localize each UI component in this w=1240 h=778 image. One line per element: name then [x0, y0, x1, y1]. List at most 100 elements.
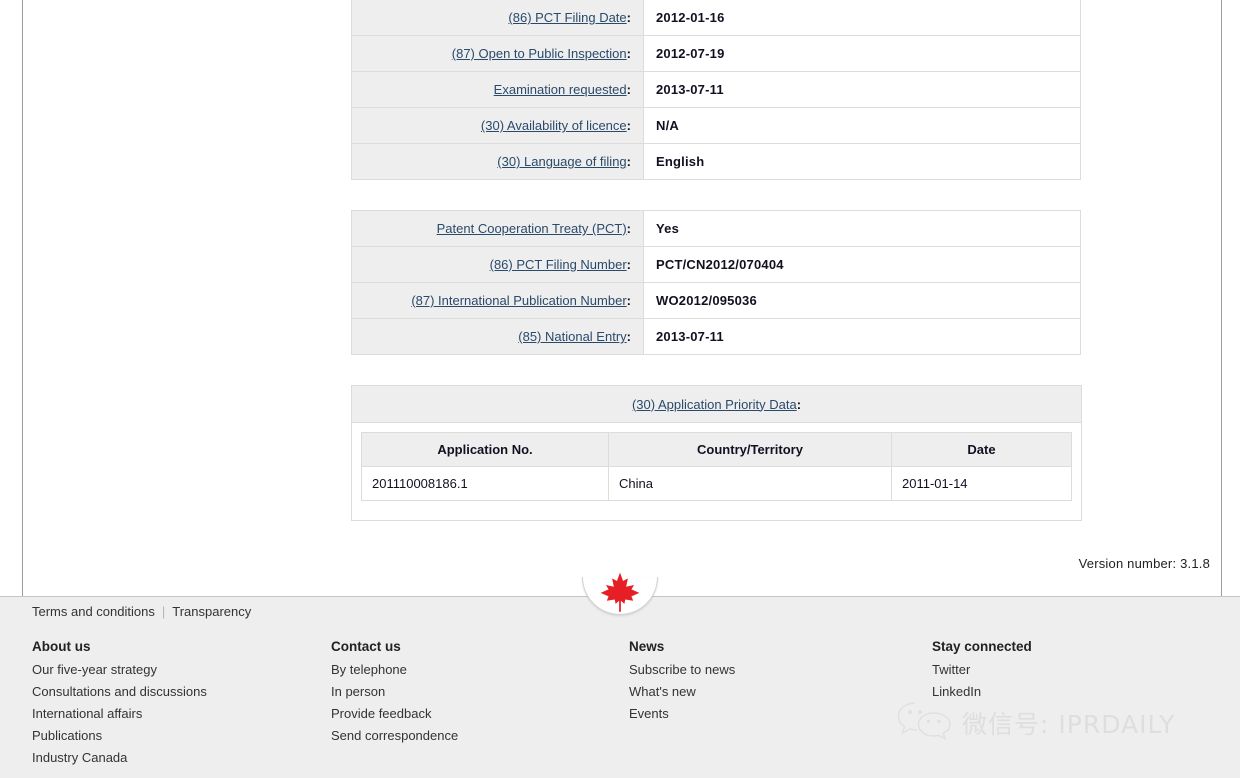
- field-link-language-of-filing[interactable]: (30) Language of filing: [497, 154, 626, 169]
- field-link-open-to-public-inspection[interactable]: (87) Open to Public Inspection: [452, 46, 627, 61]
- footer-column-contact-us: Contact us By telephone In person Provid…: [331, 639, 458, 751]
- footer-link-international-affairs[interactable]: International affairs: [32, 707, 207, 721]
- column-header-country-territory: Country/Territory: [608, 432, 892, 467]
- footer-column-stay-connected: Stay connected Twitter LinkedIn: [932, 639, 1032, 707]
- footer-link-send-correspondence[interactable]: Send correspondence: [331, 729, 458, 743]
- colon: :: [626, 10, 631, 25]
- footer-column-about-us: About us Our five-year strategy Consulta…: [32, 639, 207, 773]
- footer-link-twitter[interactable]: Twitter: [932, 663, 1032, 677]
- footer-column-title: Contact us: [331, 639, 401, 654]
- site-footer: Terms and conditions | Transparency About …: [0, 596, 1240, 778]
- footer-link-separator: |: [161, 604, 166, 619]
- row-value-cell: 2012-07-19: [643, 35, 1081, 72]
- priority-inner-table: Application No. Country/Territory Date 2…: [361, 432, 1072, 501]
- column-header-date: Date: [891, 432, 1072, 467]
- table-gap: [351, 180, 1081, 210]
- colon: :: [626, 221, 631, 236]
- footer-link-publications[interactable]: Publications: [32, 729, 207, 743]
- priority-heading-row: (30) Application Priority Data:: [351, 385, 1082, 423]
- version-number: Version number: 3.1.8: [1078, 556, 1210, 571]
- cell-date: 2011-01-14: [891, 466, 1072, 501]
- colon: :: [796, 396, 802, 412]
- filing-info-table: (86) PCT Filing Date: 2012-01-16 (87) Op…: [351, 0, 1081, 180]
- wechat-icon: [896, 698, 954, 747]
- cell-application-no: 201110008186.1: [361, 466, 609, 501]
- field-link-international-publication-number[interactable]: (87) International Publication Number: [411, 293, 626, 308]
- row-value-cell: N/A: [643, 107, 1081, 144]
- row-label-cell: (87) International Publication Number:: [351, 282, 644, 319]
- table-gap: [351, 355, 1081, 385]
- table-row: (87) International Publication Number: W…: [351, 282, 1081, 319]
- footer-link-our-five-year-strategy[interactable]: Our five-year strategy: [32, 663, 207, 677]
- colon: :: [626, 82, 631, 97]
- footer-link-in-person[interactable]: In person: [331, 685, 458, 699]
- row-label-cell: (86) PCT Filing Number:: [351, 246, 644, 283]
- row-label-cell: (86) PCT Filing Date:: [351, 0, 644, 36]
- row-value-cell: English: [643, 143, 1081, 180]
- footer-link-transparency[interactable]: Transparency: [172, 604, 251, 619]
- footer-link-terms-and-conditions[interactable]: Terms and conditions: [32, 604, 155, 619]
- main-content: (86) PCT Filing Date: 2012-01-16 (87) Op…: [351, 0, 1082, 521]
- row-label-cell: (87) Open to Public Inspection:: [351, 35, 644, 72]
- row-label-cell: Patent Cooperation Treaty (PCT):: [351, 210, 644, 247]
- table-row: 201110008186.1 China 2011-01-14: [361, 466, 1072, 501]
- table-row: Examination requested: 2013-07-11: [351, 71, 1081, 108]
- wechat-watermark: 微信号: IPRDAILY: [896, 698, 1175, 747]
- page-frame-right-border: [1221, 0, 1222, 596]
- table-row: (87) Open to Public Inspection: 2012-07-…: [351, 35, 1081, 72]
- footer-link-subscribe-to-news[interactable]: Subscribe to news: [629, 663, 735, 677]
- row-label-cell: (30) Language of filing:: [351, 143, 644, 180]
- colon: :: [626, 257, 631, 272]
- maple-leaf-icon: [598, 570, 642, 614]
- row-label-cell: (30) Availability of licence:: [351, 107, 644, 144]
- application-priority-data-table: (30) Application Priority Data: Applicat…: [351, 385, 1082, 521]
- row-value-cell: WO2012/095036: [643, 282, 1081, 319]
- patent-detail-page: (86) PCT Filing Date: 2012-01-16 (87) Op…: [0, 0, 1240, 778]
- field-link-pct-filing-date[interactable]: (86) PCT Filing Date: [508, 10, 626, 25]
- field-link-examination-requested[interactable]: Examination requested: [494, 82, 627, 97]
- field-link-patent-cooperation-treaty[interactable]: Patent Cooperation Treaty (PCT): [437, 221, 627, 236]
- table-row: (86) PCT Filing Date: 2012-01-16: [351, 0, 1081, 36]
- row-value-cell: Yes: [643, 210, 1081, 247]
- table-row: (86) PCT Filing Number: PCT/CN2012/07040…: [351, 246, 1081, 283]
- column-header-application-no: Application No.: [361, 432, 609, 467]
- priority-heading-cell: (30) Application Priority Data:: [351, 385, 1082, 423]
- footer-column-news: News Subscribe to news What's new Events: [629, 639, 735, 729]
- footer-link-provide-feedback[interactable]: Provide feedback: [331, 707, 458, 721]
- colon: :: [626, 154, 631, 169]
- colon: :: [626, 329, 631, 344]
- table-row: (85) National Entry: 2013-07-11: [351, 318, 1081, 355]
- footer-top-links: Terms and conditions | Transparency: [32, 604, 251, 619]
- table-row: (30) Language of filing: English: [351, 143, 1081, 180]
- pct-info-table: Patent Cooperation Treaty (PCT): Yes (86…: [351, 210, 1081, 355]
- footer-link-by-telephone[interactable]: By telephone: [331, 663, 458, 677]
- priority-body-row: Application No. Country/Territory Date 2…: [351, 422, 1082, 521]
- page-frame-left-border: [22, 0, 23, 596]
- footer-column-title: Stay connected: [932, 639, 1032, 654]
- row-value-cell: 2012-01-16: [643, 0, 1081, 36]
- priority-body-cell: Application No. Country/Territory Date 2…: [351, 422, 1082, 521]
- field-link-availability-of-licence[interactable]: (30) Availability of licence: [481, 118, 627, 133]
- footer-link-linkedin[interactable]: LinkedIn: [932, 685, 1032, 699]
- row-value-cell: 2013-07-11: [643, 318, 1081, 355]
- cell-country-territory: China: [608, 466, 892, 501]
- table-row: (30) Availability of licence: N/A: [351, 107, 1081, 144]
- footer-link-whats-new[interactable]: What's new: [629, 685, 735, 699]
- footer-link-events[interactable]: Events: [629, 707, 735, 721]
- footer-column-title: News: [629, 639, 665, 654]
- colon: :: [626, 118, 631, 133]
- row-value-cell: 2013-07-11: [643, 71, 1081, 108]
- field-link-national-entry[interactable]: (85) National Entry: [518, 329, 626, 344]
- table-header-row: Application No. Country/Territory Date: [361, 432, 1072, 467]
- row-label-cell: (85) National Entry:: [351, 318, 644, 355]
- row-label-cell: Examination requested:: [351, 71, 644, 108]
- row-value-cell: PCT/CN2012/070404: [643, 246, 1081, 283]
- footer-link-consultations-and-discussions[interactable]: Consultations and discussions: [32, 685, 207, 699]
- table-row: Patent Cooperation Treaty (PCT): Yes: [351, 210, 1081, 247]
- field-link-application-priority-data[interactable]: (30) Application Priority Data: [632, 397, 797, 412]
- footer-column-title: About us: [32, 639, 91, 654]
- footer-link-industry-canada[interactable]: Industry Canada: [32, 751, 207, 765]
- field-link-pct-filing-number[interactable]: (86) PCT Filing Number: [490, 257, 627, 272]
- colon: :: [626, 46, 631, 61]
- colon: :: [626, 293, 631, 308]
